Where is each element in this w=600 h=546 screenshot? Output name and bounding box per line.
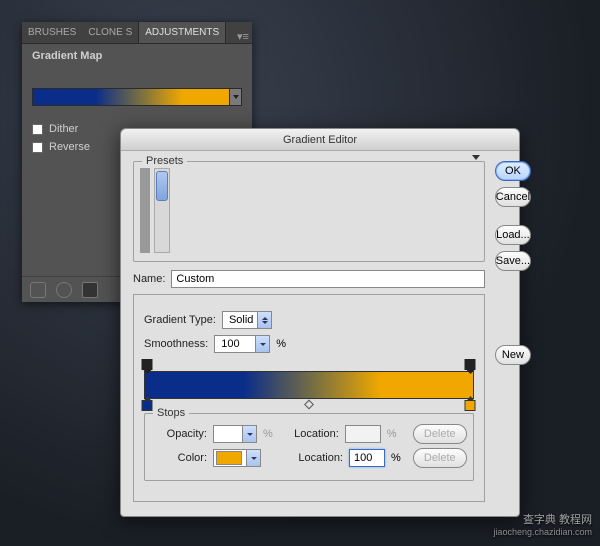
footer-icon-3[interactable] <box>82 282 98 298</box>
gradient-block: Gradient Type: Solid Smoothness: 100 % <box>133 294 485 502</box>
opacity-stop-left[interactable] <box>142 359 153 370</box>
adjustment-title: Gradient Map <box>22 44 252 68</box>
panel-tabbar: BRUSHES CLONE S ADJUSTMENTS ▾≡ <box>22 22 252 44</box>
footer-icon-2[interactable] <box>56 282 72 298</box>
watermark: 查字典 教程网 jiaocheng.chazidian.com <box>493 514 592 538</box>
name-row: Name: <box>133 270 485 288</box>
dither-label: Dither <box>49 123 78 135</box>
midpoint-marker[interactable] <box>304 400 314 410</box>
cancel-button[interactable]: Cancel <box>495 187 531 207</box>
tab-brushes[interactable]: BRUSHES <box>22 21 82 43</box>
opacity-location-label: Location: <box>279 428 339 440</box>
reverse-label: Reverse <box>49 141 90 153</box>
color-swatch-select[interactable] <box>213 449 261 467</box>
smoothness-input[interactable]: 100 <box>214 335 270 353</box>
chevron-down-icon <box>233 95 239 99</box>
opacity-delete-button: Delete <box>413 424 467 444</box>
opacity-stop-right[interactable] <box>465 359 476 370</box>
color-stop-right[interactable] <box>465 400 476 411</box>
color-location-label: Location: <box>283 452 343 464</box>
color-label: Color: <box>151 452 207 464</box>
gradient-map-preview[interactable] <box>32 88 242 106</box>
name-label: Name: <box>133 273 165 285</box>
percent-label: % <box>387 428 397 440</box>
color-location-input[interactable] <box>349 449 385 467</box>
smoothness-label: Smoothness: <box>144 338 208 350</box>
footer-icon-1[interactable] <box>30 282 46 298</box>
stops-legend: Stops <box>153 407 189 419</box>
gradient-type-label: Gradient Type: <box>144 314 216 326</box>
gradient-preview <box>144 371 474 399</box>
load-button[interactable]: Load... <box>495 225 531 245</box>
presets-scrollbar[interactable] <box>154 168 170 253</box>
reverse-checkbox[interactable] <box>32 142 43 153</box>
ok-button[interactable]: OK <box>495 161 531 181</box>
chevron-down-icon <box>262 321 268 324</box>
new-button[interactable]: New <box>495 345 531 365</box>
presets-fieldset: Presets <box>133 161 485 262</box>
dialog-titlebar[interactable]: Gradient Editor <box>121 129 519 151</box>
color-swatch <box>216 451 242 465</box>
dialog-title: Gradient Editor <box>283 134 357 146</box>
watermark-url: jiaocheng.chazidian.com <box>493 527 592 538</box>
chevron-up-icon <box>262 317 268 320</box>
gradient-picker-dropdown[interactable] <box>229 89 241 105</box>
chevron-down-icon <box>260 343 266 346</box>
dither-checkbox[interactable] <box>32 124 43 135</box>
color-delete-button[interactable]: Delete <box>413 448 467 468</box>
watermark-text: 查字典 教程网 <box>493 514 592 527</box>
panel-menu-icon[interactable]: ▾≡ <box>234 30 252 43</box>
chevron-down-icon <box>247 433 253 436</box>
scrollbar-thumb[interactable] <box>156 171 168 201</box>
percent-label: % <box>263 428 273 440</box>
color-stop-row: Color: Location: % Delete <box>151 448 467 468</box>
save-button[interactable]: Save... <box>495 251 531 271</box>
gradient-editor-dialog: Gradient Editor Presets Name: Gradient T… <box>120 128 520 517</box>
opacity-input <box>213 425 257 443</box>
opacity-label: Opacity: <box>151 428 207 440</box>
smoothness-value: 100 <box>221 338 239 350</box>
opacity-stop-row: Opacity: % Location: % Delete <box>151 424 467 444</box>
gradient-bar[interactable] <box>144 371 474 399</box>
dialog-buttons: OK Cancel Load... Save... New <box>495 161 531 502</box>
stops-fieldset: Stops Opacity: % Location: % Delete Colo… <box>144 413 474 481</box>
color-stop-left[interactable] <box>142 400 153 411</box>
presets-menu-icon[interactable] <box>472 155 480 165</box>
percent-label: % <box>391 452 401 464</box>
presets-grid <box>140 168 150 253</box>
tab-clone-source[interactable]: CLONE S <box>82 21 138 43</box>
name-input[interactable] <box>171 270 484 288</box>
gradient-type-select[interactable]: Solid <box>222 311 272 329</box>
percent-label: % <box>276 338 286 350</box>
chevron-down-icon <box>251 457 257 460</box>
tab-adjustments[interactable]: ADJUSTMENTS <box>138 21 226 43</box>
opacity-location-input <box>345 425 381 443</box>
presets-legend: Presets <box>142 155 187 167</box>
gradient-type-value: Solid <box>229 314 253 326</box>
